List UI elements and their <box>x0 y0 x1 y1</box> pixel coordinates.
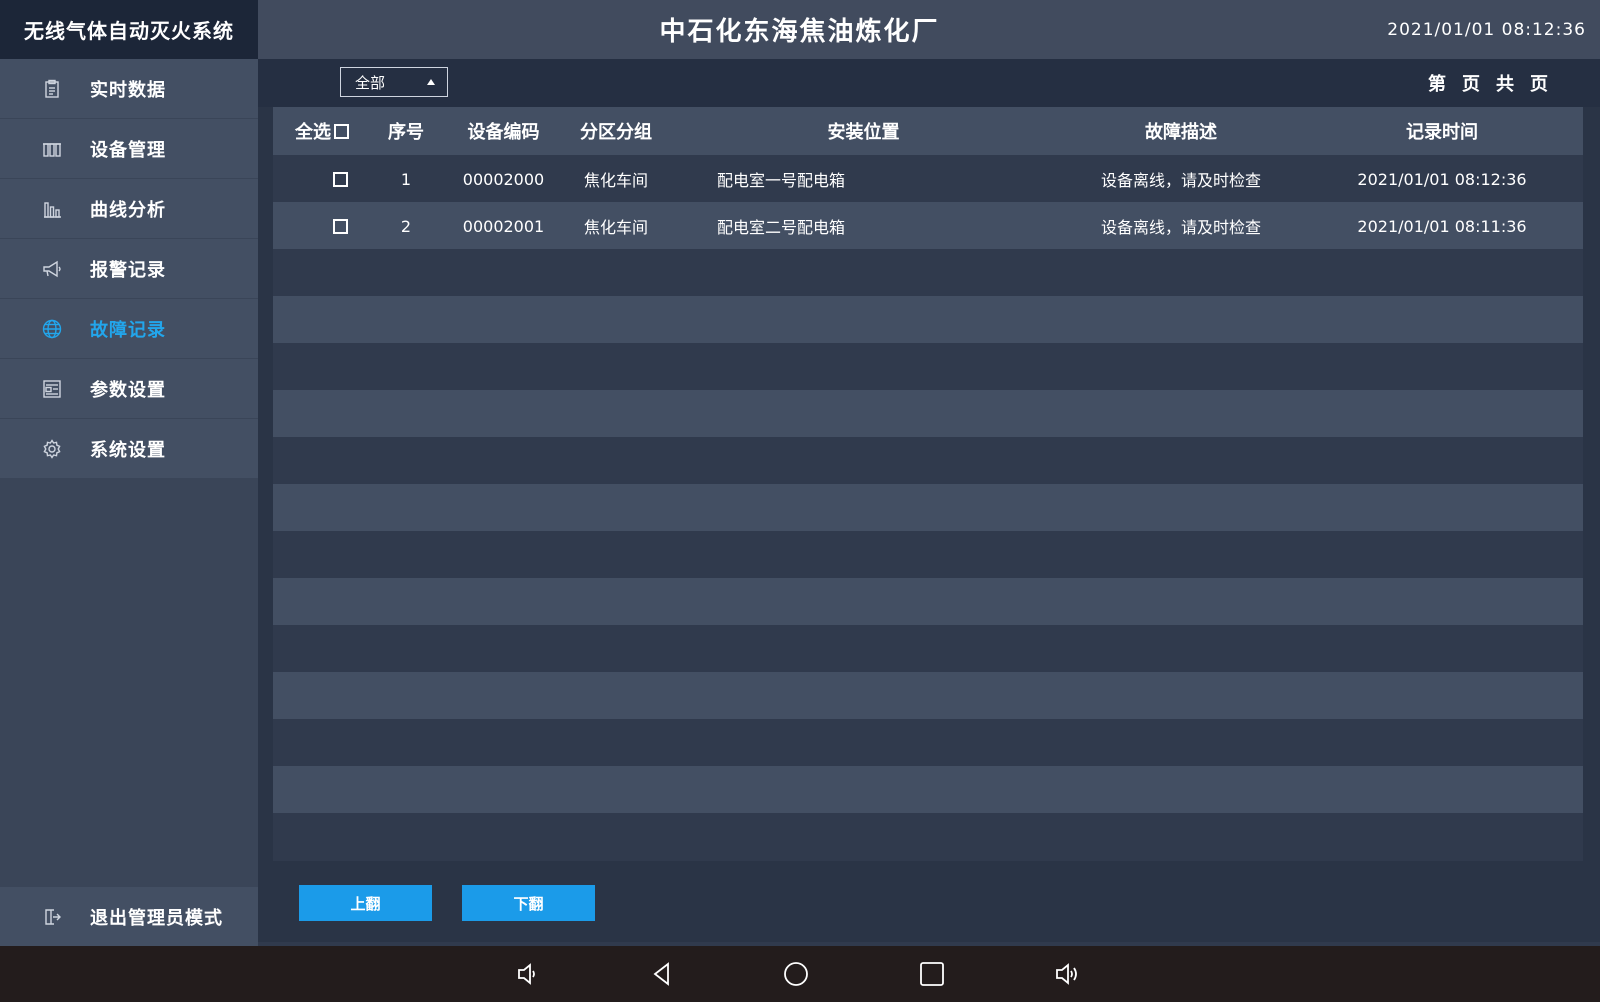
pager-word: 页 <box>1462 74 1480 95</box>
back-icon[interactable] <box>646 958 678 990</box>
globe-icon <box>40 317 64 341</box>
sidebar-item-label: 报警记录 <box>90 259 166 281</box>
sidebar-item-params[interactable]: 参数设置 <box>0 359 258 418</box>
column-device-code: 设备编码 <box>467 122 540 143</box>
cell-fault: 设备离线，请及时检查 <box>1100 218 1261 237</box>
column-select-all[interactable]: 全选 <box>273 107 371 155</box>
table-header: 全选 序号 设备编码 分区分组 安装位置 故障描述 记录时间 <box>273 107 1583 155</box>
sidebar-item-alarms[interactable]: 报警记录 <box>0 239 258 298</box>
sidebar-item-curves[interactable]: 曲线分析 <box>0 179 258 238</box>
column-index: 序号 <box>388 122 424 143</box>
cell-index: 2 <box>400 216 412 236</box>
exit-icon <box>40 905 64 929</box>
exit-admin-button[interactable]: 退出管理员模式 <box>0 887 258 946</box>
empty-table-row <box>273 484 1583 532</box>
page-down-button[interactable]: 下翻 <box>462 885 595 921</box>
sidebar-item-label: 系统设置 <box>90 439 166 461</box>
empty-table-row <box>273 343 1583 391</box>
sidebar-item-label: 设备管理 <box>90 139 166 161</box>
table-row[interactable]: 2 00002001 焦化车间 配电室二号配电箱 设备离线，请及时检查 2021/01/0… <box>273 202 1583 250</box>
cell-time: 2021/01/01 08:11:36 <box>1357 216 1527 236</box>
sidebar-item-devices[interactable]: 设备管理 <box>0 119 258 178</box>
caret-up-icon <box>427 79 435 85</box>
pager-word: 共 <box>1496 74 1514 95</box>
row-checkbox[interactable] <box>332 218 348 234</box>
page-title: 中石化东海焦油炼化厂 <box>659 17 940 47</box>
sidebar-item-label: 曲线分析 <box>90 199 166 221</box>
bar-chart-icon <box>40 197 64 221</box>
sidebar-item-realtime[interactable]: 实时数据 <box>0 59 258 118</box>
sidebar-item-label: 故障记录 <box>90 319 166 341</box>
cell-device-code: 00002001 <box>462 216 545 236</box>
empty-table-row <box>273 390 1583 438</box>
column-time: 记录时间 <box>1406 122 1478 143</box>
top-header: 中石化东海焦油炼化厂 2021/01/01 08:12:36 <box>258 0 1600 59</box>
zone-filter-value: 全部 <box>355 73 386 92</box>
column-fault: 故障描述 <box>1145 122 1217 143</box>
home-icon[interactable] <box>780 958 812 990</box>
toolbar: 全部 第 页 共 页 <box>258 59 1600 107</box>
column-location: 安装位置 <box>827 122 900 143</box>
pager-word: 页 <box>1530 74 1548 95</box>
cell-time: 2021/01/01 08:12:36 <box>1357 169 1527 189</box>
table-row[interactable]: 1 00002000 焦化车间 配电室一号配电箱 设备离线，请及时检查 2021/01/0… <box>273 155 1583 203</box>
empty-table-row <box>273 578 1583 626</box>
cell-zone: 焦化车间 <box>583 218 648 237</box>
empty-table-row <box>273 813 1583 861</box>
page-up-button[interactable]: 上翻 <box>299 885 432 921</box>
exit-admin-label: 退出管理员模式 <box>90 907 223 929</box>
empty-table-row <box>273 625 1583 673</box>
row-checkbox-cell[interactable] <box>273 202 371 250</box>
volume-up-icon[interactable] <box>1052 958 1084 990</box>
sidebar-item-faults[interactable]: 故障记录 <box>0 299 258 358</box>
select-all-checkbox[interactable] <box>334 123 349 139</box>
app-root: 无线气体自动灭火系统 中石化东海焦油炼化厂 2021/01/01 08:12:3… <box>0 0 1600 1002</box>
cell-fault: 设备离线，请及时检查 <box>1100 171 1261 190</box>
empty-table-row <box>273 296 1583 344</box>
sidebar: 实时数据 设备管理 曲线分析 报警记录 故障记录 参数设置 系统设置 退出管理员… <box>0 59 258 946</box>
recent-apps-icon[interactable] <box>916 958 948 990</box>
empty-table-row <box>273 766 1583 814</box>
cell-location: 配电室一号配电箱 <box>716 171 845 190</box>
fault-table-panel: 全选 序号 设备编码 分区分组 安装位置 故障描述 记录时间 1 00002000… <box>258 107 1600 942</box>
column-zone: 分区分组 <box>580 122 652 143</box>
pager-info: 第 页 共 页 <box>1428 59 1548 107</box>
system-nav-bar <box>0 946 1600 1002</box>
row-checkbox[interactable] <box>332 171 348 187</box>
device-rack-icon <box>40 137 64 161</box>
megaphone-icon <box>40 257 64 281</box>
empty-table-row <box>273 437 1583 485</box>
cell-device-code: 00002000 <box>462 169 545 189</box>
cell-zone: 焦化车间 <box>583 171 648 190</box>
volume-down-icon[interactable] <box>512 958 544 990</box>
sidebar-item-label: 参数设置 <box>90 379 166 401</box>
empty-table-row <box>273 249 1583 297</box>
clock-display: 2021/01/01 08:12:36 <box>1387 19 1586 40</box>
sidebar-item-label: 实时数据 <box>90 79 166 101</box>
column-header-label: 全选 <box>295 122 331 143</box>
zone-filter-select[interactable]: 全部 <box>340 67 448 97</box>
empty-table-row <box>273 531 1583 579</box>
brand-title: 无线气体自动灭火系统 <box>0 0 258 59</box>
cell-index: 1 <box>400 169 412 189</box>
empty-table-row <box>273 672 1583 720</box>
gear-icon <box>40 437 64 461</box>
clipboard-icon <box>40 77 64 101</box>
sidebar-item-system[interactable]: 系统设置 <box>0 419 258 478</box>
pager-word: 第 <box>1428 74 1446 95</box>
cell-location: 配电室二号配电箱 <box>716 218 845 237</box>
empty-table-row <box>273 719 1583 767</box>
form-icon <box>40 377 64 401</box>
row-checkbox-cell[interactable] <box>273 155 371 203</box>
